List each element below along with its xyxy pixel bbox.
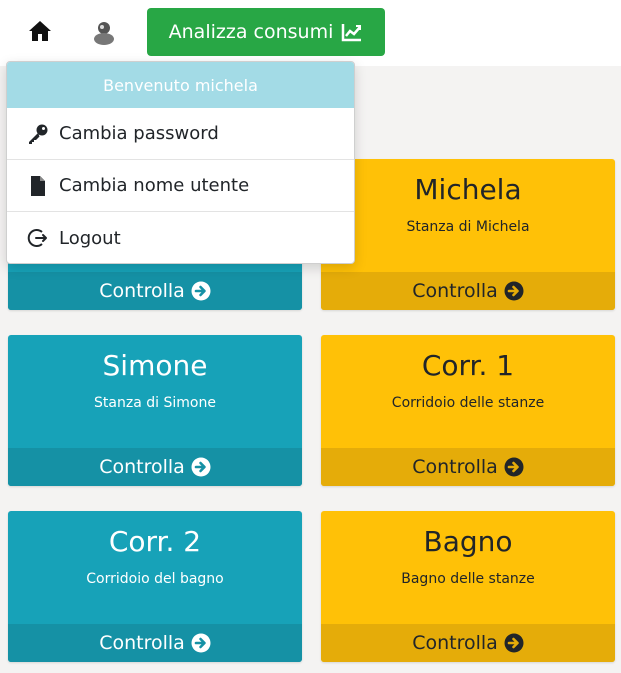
room-control-button[interactable]: Controlla — [8, 624, 302, 662]
room-description: Corridoio delle stanze — [391, 395, 545, 411]
room-name: Michela — [414, 173, 522, 206]
file-icon — [31, 175, 45, 196]
logout-icon — [27, 229, 47, 247]
arrow-circle-right-icon — [191, 281, 211, 301]
room-description: Stanza di Simone — [94, 395, 216, 411]
menu-item-label: Cambia password — [59, 123, 219, 144]
key-icon — [29, 124, 48, 144]
home-icon[interactable] — [28, 20, 52, 42]
room-control-button[interactable]: Controlla — [321, 448, 615, 486]
user-dropdown-menu: Benvenuto michela Cambia password Cambia… — [6, 61, 355, 264]
control-label: Controlla — [99, 632, 185, 654]
arrow-circle-right-icon — [191, 633, 211, 653]
menu-item-label: Cambia nome utente — [59, 175, 250, 196]
arrow-circle-right-icon — [504, 633, 524, 653]
room-control-button[interactable]: Controlla — [321, 272, 615, 310]
avatar[interactable] — [90, 18, 118, 46]
control-label: Controlla — [99, 456, 185, 478]
room-name: Bagno — [423, 525, 513, 558]
room-card: Bagno Bagno delle stanze Controlla — [321, 511, 615, 662]
change-password-item[interactable]: Cambia password — [7, 108, 354, 160]
control-label: Controlla — [99, 280, 185, 302]
control-label: Controlla — [412, 280, 498, 302]
change-username-item[interactable]: Cambia nome utente — [7, 160, 354, 212]
logout-item[interactable]: Logout — [7, 212, 354, 263]
room-control-button[interactable]: Controlla — [8, 448, 302, 486]
top-navbar: Analizza consumi — [0, 0, 621, 66]
room-card: Simone Stanza di Simone Controlla — [8, 335, 302, 486]
room-card: Corr. 2 Corridoio del bagno Controlla — [8, 511, 302, 662]
analyze-button-label: Analizza consumi — [168, 21, 334, 43]
room-description: Corridoio del bagno — [86, 571, 224, 587]
room-name: Simone — [102, 349, 208, 382]
room-name: Corr. 1 — [421, 349, 515, 382]
room-description: Bagno delle stanze — [401, 571, 535, 587]
arrow-circle-right-icon — [504, 457, 524, 477]
room-card: Corr. 1 Corridoio delle stanze Controlla — [321, 335, 615, 486]
room-card: Michela Stanza di Michela Controlla — [321, 159, 615, 310]
control-label: Controlla — [412, 632, 498, 654]
room-name: Corr. 2 — [108, 525, 202, 558]
analyze-consumption-button[interactable]: Analizza consumi — [147, 8, 385, 56]
menu-item-label: Logout — [59, 227, 121, 249]
welcome-header: Benvenuto michela — [7, 62, 354, 108]
arrow-circle-right-icon — [504, 281, 524, 301]
chart-line-icon — [342, 24, 362, 42]
arrow-circle-right-icon — [191, 457, 211, 477]
room-control-button[interactable]: Controlla — [8, 272, 302, 310]
room-description: Stanza di Michela — [406, 219, 530, 235]
room-control-button[interactable]: Controlla — [321, 624, 615, 662]
control-label: Controlla — [412, 456, 498, 478]
